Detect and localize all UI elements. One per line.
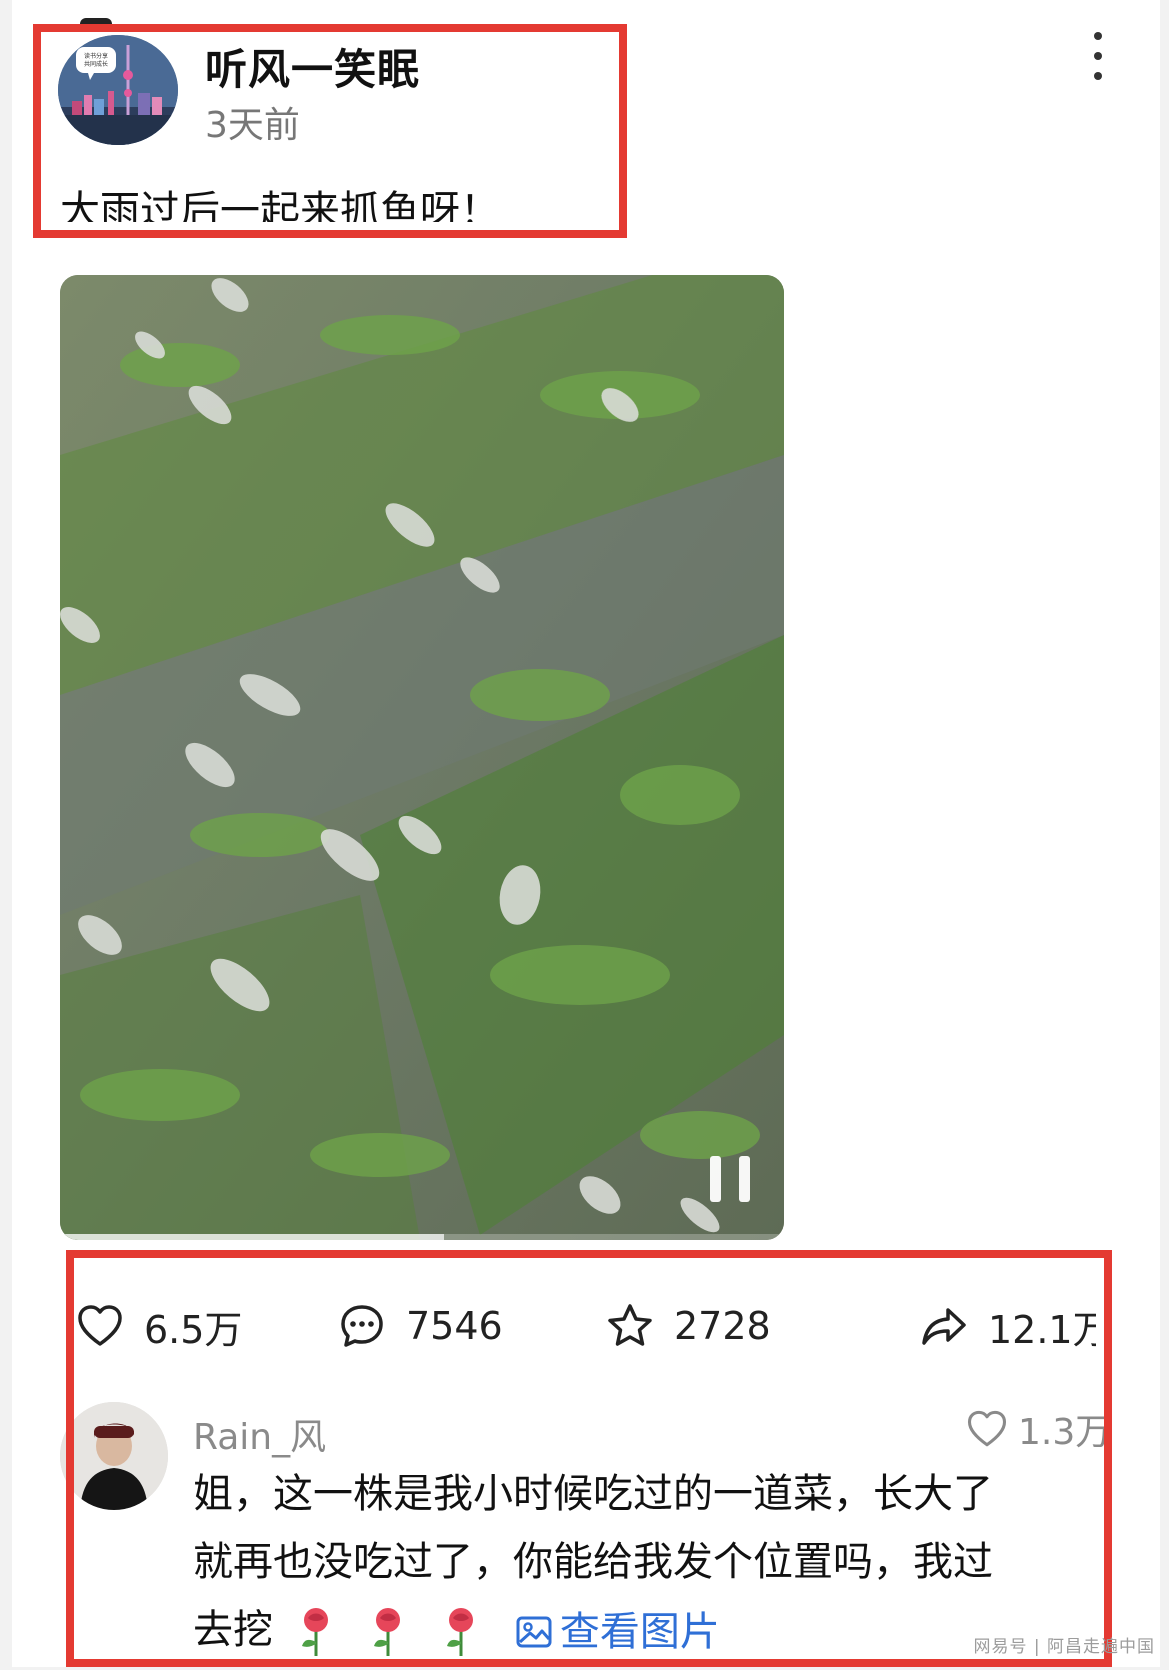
- rose-emoji: [301, 1608, 328, 1656]
- comment-line-1: 姐，这一株是我小时候吃过的一道菜，长大了: [193, 1471, 993, 1517]
- svg-text:共同成长: 共同成长: [84, 60, 108, 68]
- more-options-button[interactable]: [1080, 32, 1116, 80]
- video-frame: [60, 275, 784, 1240]
- author-name[interactable]: 听风一笑眠: [205, 36, 420, 97]
- favorite-count: 2728: [674, 1304, 771, 1348]
- status-bar-fragment: [80, 18, 112, 32]
- comment-body: 姐，这一株是我小时候吃过的一道菜，长大了 就再也没吃过了，你能给我发个位置吗，我…: [193, 1460, 1093, 1670]
- view-image-link[interactable]: 查看图片: [514, 1598, 720, 1664]
- more-vertical-icon: [1094, 32, 1102, 40]
- rose-emoji: [447, 1608, 474, 1656]
- post-timestamp: 3天前: [205, 105, 300, 146]
- post-caption: 大雨过后一起来抓鱼呀！: [60, 188, 500, 222]
- comment-bubble-icon: [341, 1305, 383, 1347]
- author-avatar[interactable]: 读书分享 共同成长: [58, 35, 178, 145]
- comment-like-count: 1.3万: [1018, 1412, 1112, 1453]
- heart-outline-icon: [78, 1305, 122, 1346]
- source-watermark: 网易号 | 阿昌走遍中国: [973, 1637, 1155, 1657]
- action-bar: 6.5万 7546 2728 12.1万: [76, 1296, 1096, 1356]
- city-skyline-image: 读书分享 共同成长: [58, 35, 178, 145]
- heart-outline-icon: [967, 1410, 1007, 1447]
- comment-like-button[interactable]: 1.3万: [966, 1406, 1112, 1453]
- video-progress-fill: [60, 1234, 444, 1240]
- video-progress-bar[interactable]: [60, 1234, 784, 1240]
- comment-count: 7546: [406, 1304, 503, 1348]
- commenter-photo: [60, 1402, 168, 1510]
- like-count: 6.5万: [144, 1307, 243, 1352]
- comment-line-2: 就再也没吃过了，你能给我发个位置吗，我过: [193, 1539, 993, 1585]
- pause-icon[interactable]: [710, 1156, 750, 1202]
- share-arrow-icon: [922, 1308, 966, 1345]
- comment-line-3: 去挖 查看图片: [193, 1596, 1093, 1664]
- share-button[interactable]: 12.1万: [920, 1296, 1096, 1356]
- commenter-name[interactable]: Rain_风: [193, 1408, 326, 1460]
- comment-line-3-text: 去挖: [193, 1607, 273, 1653]
- rose-emoji: [374, 1608, 401, 1656]
- star-outline-icon: [608, 1304, 652, 1346]
- like-button[interactable]: 6.5万: [76, 1296, 242, 1356]
- favorite-button[interactable]: 2728: [606, 1296, 771, 1356]
- svg-text:读书分享: 读书分享: [84, 52, 108, 60]
- view-image-label: 查看图片: [559, 1609, 720, 1655]
- commenter-avatar[interactable]: [60, 1402, 168, 1510]
- comment-button[interactable]: 7546: [338, 1296, 503, 1356]
- share-count: 12.1万: [988, 1307, 1096, 1352]
- image-icon: [516, 1616, 552, 1648]
- video-player[interactable]: [60, 275, 784, 1240]
